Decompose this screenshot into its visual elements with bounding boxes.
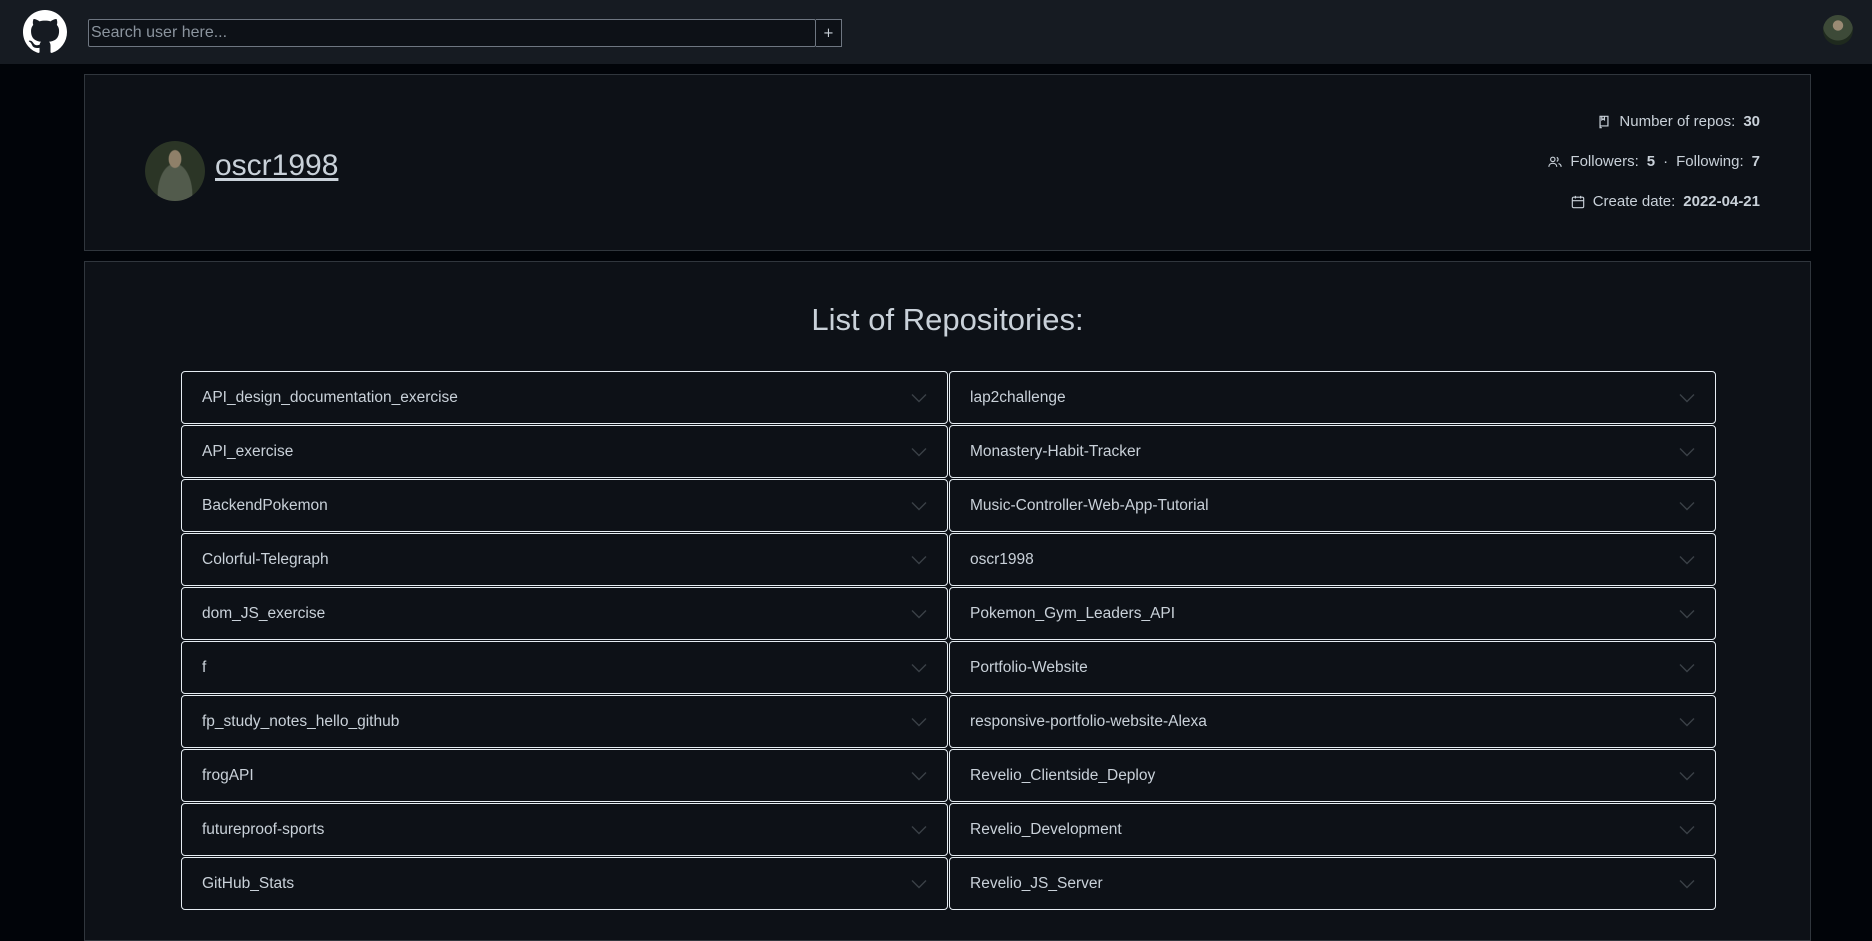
repo-item[interactable]: GitHub_Stats	[181, 857, 948, 910]
repo-name: fp_study_notes_hello_github	[202, 712, 400, 730]
following-value: 7	[1751, 153, 1760, 170]
repo-name: Revelio_JS_Server	[970, 874, 1103, 892]
repo-item[interactable]: frogAPI	[181, 749, 948, 802]
repo-item[interactable]: BackendPokemon	[181, 479, 948, 532]
profile-card: oscr1998 Number of repos: 30 Followers: …	[84, 74, 1811, 251]
repo-item[interactable]: fp_study_notes_hello_github	[181, 695, 948, 748]
search-input[interactable]	[88, 19, 816, 47]
repo-name: oscr1998	[970, 550, 1034, 568]
followers-value: 5	[1646, 153, 1656, 170]
followers-label: Followers:	[1570, 153, 1639, 170]
chevron-down-icon	[1679, 555, 1695, 564]
search-bar: +	[88, 19, 842, 47]
repo-item[interactable]: Revelio_Clientside_Deploy	[949, 749, 1716, 802]
user-avatar[interactable]	[1823, 15, 1853, 45]
chevron-down-icon	[1679, 393, 1695, 402]
chevron-down-icon	[1679, 717, 1695, 726]
chevron-down-icon	[1679, 447, 1695, 456]
calendar-icon	[1571, 195, 1584, 208]
repo-item[interactable]: Revelio_JS_Server	[949, 857, 1716, 910]
repo-name: frogAPI	[202, 766, 254, 784]
repo-name: API_design_documentation_exercise	[202, 388, 458, 406]
repo-count-label: Number of repos:	[1619, 113, 1736, 130]
repo-name: Music-Controller-Web-App-Tutorial	[970, 496, 1209, 514]
people-icon	[1548, 156, 1563, 167]
following-label: Following:	[1676, 153, 1744, 170]
repo-item[interactable]: oscr1998	[949, 533, 1716, 586]
chevron-down-icon	[911, 501, 927, 510]
repo-count-value: 30	[1743, 113, 1760, 130]
chevron-down-icon	[911, 555, 927, 564]
repo-item[interactable]: Pokemon_Gym_Leaders_API	[949, 587, 1716, 640]
repo-item[interactable]: dom_JS_exercise	[181, 587, 948, 640]
create-date-stat: Create date: 2022-04-21	[1571, 193, 1760, 210]
chevron-down-icon	[911, 447, 927, 456]
repo-name: dom_JS_exercise	[202, 604, 326, 622]
repositories-card: List of Repositories: API_design_documen…	[84, 261, 1811, 941]
repo-name: Portfolio-Website	[970, 658, 1088, 676]
repo-item[interactable]: f	[181, 641, 948, 694]
repo-item[interactable]: Portfolio-Website	[949, 641, 1716, 694]
github-logo-icon[interactable]	[21, 10, 69, 54]
chevron-down-icon	[911, 771, 927, 780]
profile-username-link[interactable]: oscr1998	[215, 149, 338, 183]
repo-item[interactable]: API_exercise	[181, 425, 948, 478]
repo-name: BackendPokemon	[202, 496, 328, 514]
repo-name: Pokemon_Gym_Leaders_API	[970, 604, 1176, 622]
chevron-down-icon	[911, 717, 927, 726]
repo-item[interactable]: responsive-portfolio-website-Alexa	[949, 695, 1716, 748]
repo-item[interactable]: API_design_documentation_exercise	[181, 371, 948, 424]
repo-name: Revelio_Clientside_Deploy	[970, 766, 1156, 784]
repo-item[interactable]: Music-Controller-Web-App-Tutorial	[949, 479, 1716, 532]
followers-stat: Followers: 5 · Following: 7	[1548, 153, 1760, 170]
top-bar: +	[0, 0, 1872, 64]
repo-name: responsive-portfolio-website-Alexa	[970, 712, 1207, 730]
profile-avatar	[145, 141, 205, 201]
repo-name: lap2challenge	[970, 388, 1066, 406]
repo-name: GitHub_Stats	[202, 874, 295, 892]
chevron-down-icon	[1679, 501, 1695, 510]
repo-name: Monastery-Habit-Tracker	[970, 442, 1141, 460]
chevron-down-icon	[911, 879, 927, 888]
chevron-down-icon	[1679, 879, 1695, 888]
repositories-title: List of Repositories:	[811, 302, 1084, 337]
repo-name: f	[202, 658, 207, 676]
chevron-down-icon	[911, 609, 927, 618]
create-date-value: 2022-04-21	[1683, 193, 1760, 210]
chevron-down-icon	[1679, 609, 1695, 618]
repo-item[interactable]: Monastery-Habit-Tracker	[949, 425, 1716, 478]
repo-item[interactable]: Revelio_Development	[949, 803, 1716, 856]
repo-name: Colorful-Telegraph	[202, 550, 329, 568]
chevron-down-icon	[1679, 663, 1695, 672]
repo-book-icon	[1599, 115, 1609, 128]
repo-count-stat: Number of repos: 30	[1597, 113, 1760, 130]
chevron-down-icon	[1679, 771, 1695, 780]
repo-item[interactable]: Colorful-Telegraph	[181, 533, 948, 586]
chevron-down-icon	[911, 825, 927, 834]
repository-list: API_design_documentation_exercise lap2cha…	[181, 371, 1716, 910]
repo-name: Revelio_Development	[970, 820, 1122, 838]
chevron-down-icon	[911, 663, 927, 672]
stat-separator: ·	[1663, 153, 1669, 170]
chevron-down-icon	[911, 393, 927, 402]
repo-item[interactable]: lap2challenge	[949, 371, 1716, 424]
add-user-button[interactable]: +	[816, 19, 842, 47]
repo-item[interactable]: futureproof-sports	[181, 803, 948, 856]
create-date-label: Create date:	[1592, 193, 1676, 210]
chevron-down-icon	[1679, 825, 1695, 834]
repo-name: futureproof-sports	[202, 820, 325, 838]
repo-name: API_exercise	[202, 442, 294, 460]
